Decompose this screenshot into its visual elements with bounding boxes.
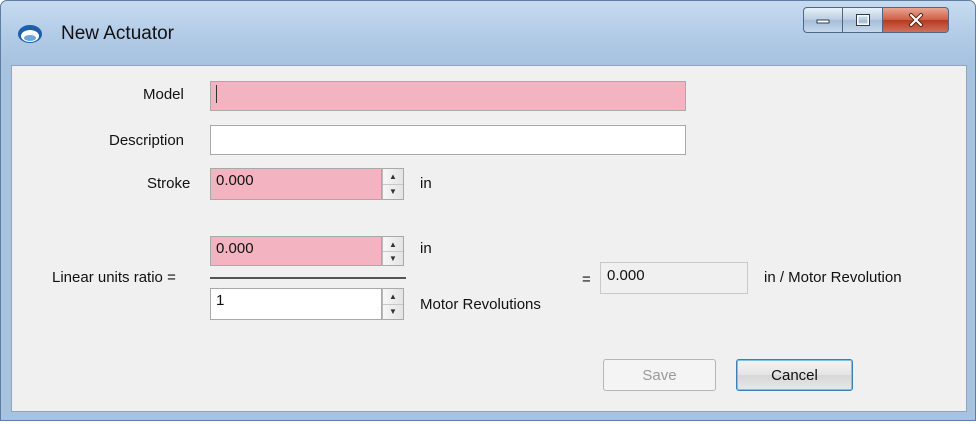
close-icon xyxy=(908,13,923,27)
window-title: New Actuator xyxy=(61,23,174,44)
app-icon xyxy=(18,25,42,43)
model-label: Model xyxy=(143,86,184,103)
description-input[interactable] xyxy=(210,125,686,155)
linear-units-ratio-label: Linear units ratio = xyxy=(52,269,176,286)
spin-up-icon[interactable]: ▲ xyxy=(383,169,403,185)
ratio-result-value: 0.000 xyxy=(600,262,748,294)
stroke-input[interactable]: 0.000 xyxy=(210,168,382,200)
text-caret xyxy=(216,85,217,104)
title-bar[interactable]: New Actuator xyxy=(1,1,975,65)
description-label: Description xyxy=(109,132,185,149)
minimize-icon xyxy=(816,19,830,24)
save-button[interactable]: Save xyxy=(603,359,716,391)
model-input[interactable] xyxy=(210,81,686,111)
close-button[interactable] xyxy=(883,7,949,33)
dialog-body: Model Description Stroke 0.000 ▲ ▼ in 0.… xyxy=(11,65,967,412)
new-actuator-window: New Actuator Model Description Stroke 0.… xyxy=(0,0,976,421)
maximize-icon xyxy=(855,14,870,26)
fraction-divider xyxy=(210,277,406,279)
ratio-result-unit: in / Motor Revolution xyxy=(764,269,902,286)
cancel-button[interactable]: Cancel xyxy=(736,359,853,391)
ratio-denominator-spinner[interactable]: ▲ ▼ xyxy=(382,288,404,320)
minimize-button[interactable] xyxy=(803,7,843,33)
stroke-label: Stroke xyxy=(147,175,191,192)
ratio-denominator-input[interactable]: 1 xyxy=(210,288,382,320)
spin-down-icon[interactable]: ▼ xyxy=(383,304,403,319)
spin-up-icon[interactable]: ▲ xyxy=(383,289,403,305)
maximize-button[interactable] xyxy=(843,7,883,33)
stroke-unit: in xyxy=(420,175,432,192)
ratio-numerator-unit: in xyxy=(420,240,432,257)
equals-sign: = xyxy=(582,271,591,288)
stroke-spinner[interactable]: ▲ ▼ xyxy=(382,168,404,200)
ratio-numerator-spinner[interactable]: ▲ ▼ xyxy=(382,236,404,266)
spin-up-icon[interactable]: ▲ xyxy=(383,237,403,252)
spin-down-icon[interactable]: ▼ xyxy=(383,251,403,265)
window-controls xyxy=(803,7,949,37)
spin-down-icon[interactable]: ▼ xyxy=(383,184,403,199)
ratio-numerator-input[interactable]: 0.000 xyxy=(210,236,382,266)
ratio-denominator-unit: Motor Revolutions xyxy=(420,296,541,313)
